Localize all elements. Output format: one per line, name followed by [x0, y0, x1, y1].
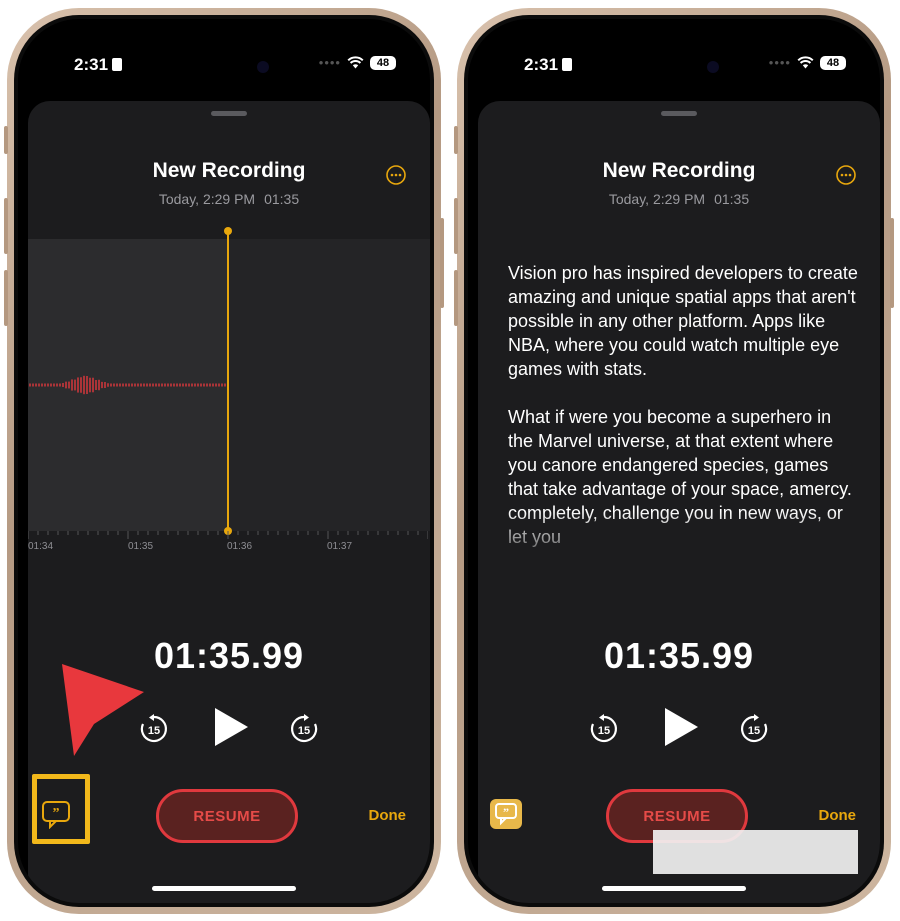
more-icon[interactable] [386, 165, 406, 185]
skip-forward-15-icon[interactable]: 15 [738, 713, 770, 745]
sheet-grabber[interactable] [211, 111, 247, 116]
play-icon[interactable] [661, 705, 701, 749]
waveform-area[interactable] [28, 239, 430, 531]
dynamic-island [616, 49, 741, 85]
tick-label: 01:34 [28, 541, 54, 552]
battery-indicator: 48 [370, 55, 396, 70]
svg-text:15: 15 [748, 725, 760, 737]
signal-icon: •••• [768, 55, 791, 70]
recording-meta: Today, 2:29 PM 01:35 [478, 191, 880, 207]
transcript-icon-active[interactable]: ” [490, 799, 522, 829]
status-time: 2:31 [524, 55, 573, 75]
highlight-box [32, 774, 90, 844]
home-indicator[interactable] [152, 886, 296, 891]
blurred-watermark [653, 830, 858, 874]
playback-controls: 15 15 [478, 705, 880, 755]
timeline-ruler: 01:34 01:35 01:36 01:37 [28, 531, 430, 561]
battery-indicator: 48 [820, 55, 846, 70]
timer-display: 01:35.99 [603, 635, 755, 676]
recording-sheet: New Recording Today, 2:29 PM 01:35 Vision… [478, 101, 880, 903]
more-icon[interactable] [836, 165, 856, 185]
left-screen: 2:31 •••• 48 New Recording Today, 2:29 P… [18, 19, 430, 903]
svg-text:15: 15 [598, 725, 610, 737]
sheet-grabber[interactable] [661, 111, 697, 116]
id-card-icon [562, 58, 573, 71]
recording-duration: 01:35 [264, 191, 300, 207]
recording-meta: Today, 2:29 PM 01:35 [28, 191, 430, 207]
signal-icon: •••• [318, 55, 341, 70]
transcript-fade [478, 511, 880, 581]
resume-button[interactable]: RESUME [156, 789, 298, 843]
transcript-paragraph: Vision pro has inspired developers to cr… [508, 263, 858, 379]
playhead[interactable] [224, 227, 232, 535]
play-icon[interactable] [211, 705, 251, 749]
status-icons: •••• 48 [319, 55, 396, 70]
skip-forward-15-icon[interactable]: 15 [288, 713, 320, 745]
done-button[interactable]: Done [369, 807, 407, 824]
svg-text:15: 15 [298, 725, 310, 737]
wifi-icon [797, 56, 814, 69]
tick-label: 01:36 [227, 541, 253, 552]
id-card-icon [112, 58, 123, 71]
tick-label: 01:35 [128, 541, 154, 552]
recording-date: Today, 2:29 PM [608, 191, 706, 207]
svg-text:”: ” [503, 805, 509, 819]
skip-back-15-icon[interactable]: 15 [588, 713, 620, 745]
status-icons: •••• 48 [769, 55, 846, 70]
recording-date: Today, 2:29 PM [158, 191, 256, 207]
waveform [29, 375, 226, 395]
recording-duration: 01:35 [714, 191, 750, 207]
wifi-icon [347, 56, 364, 69]
done-button[interactable]: Done [819, 807, 857, 824]
status-time: 2:31 [74, 55, 123, 75]
right-phone: 2:31 •••• 48 New Recording Today, 2:29 P… [454, 8, 894, 914]
tick-label: 01:37 [327, 541, 353, 552]
home-indicator[interactable] [602, 886, 746, 891]
arrow-annotation-icon [62, 664, 144, 756]
recording-title[interactable]: New Recording [28, 159, 430, 183]
right-screen: 2:31 •••• 48 New Recording Today, 2:29 P… [468, 19, 880, 903]
recording-title[interactable]: New Recording [478, 159, 880, 183]
dynamic-island [166, 49, 291, 85]
